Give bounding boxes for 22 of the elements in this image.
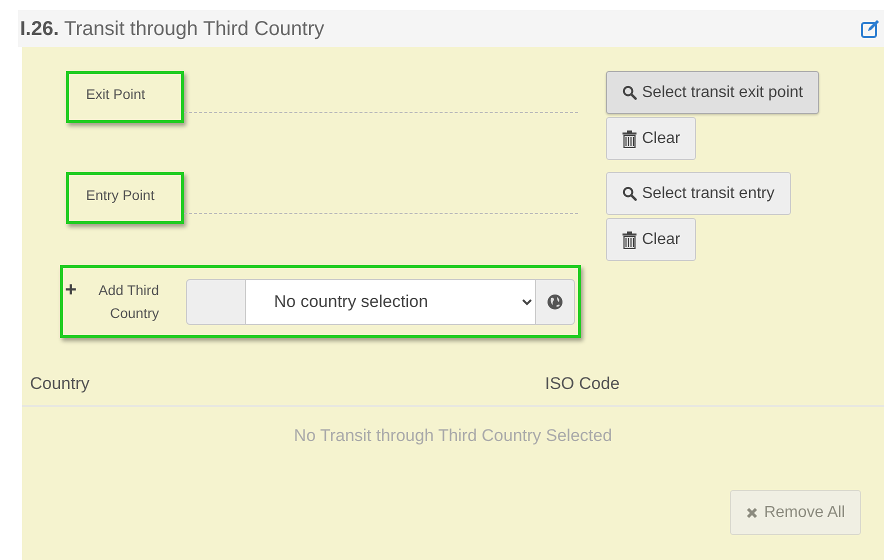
edit-icon[interactable] xyxy=(860,18,880,38)
search-icon xyxy=(622,186,637,201)
clear-button[interactable]: Clear xyxy=(606,117,696,160)
field-label: Exit Point xyxy=(66,71,184,123)
column-header: Country xyxy=(29,372,91,395)
close-icon xyxy=(746,506,758,518)
input-addon xyxy=(186,278,246,324)
empty-message: No Transit through Third Country Selected xyxy=(294,425,612,448)
globe-icon xyxy=(547,294,563,310)
trash-icon xyxy=(622,130,637,148)
select-button[interactable]: Select transit entry xyxy=(606,172,790,215)
search-icon xyxy=(622,85,637,100)
select-button[interactable]: Select transit exit point xyxy=(606,71,819,114)
column-header: ISO Code xyxy=(545,372,620,395)
add-country-label[interactable]: Add Third Country xyxy=(80,278,159,324)
globe-button[interactable] xyxy=(535,278,575,324)
field-label: Entry Point xyxy=(66,172,184,224)
trash-icon xyxy=(622,230,637,248)
clear-button[interactable]: Clear xyxy=(606,218,696,261)
plus-icon: + xyxy=(65,278,77,302)
section-title: I.26. Transit through Third Country xyxy=(20,16,324,42)
country-select[interactable]: No country selection xyxy=(246,278,535,324)
